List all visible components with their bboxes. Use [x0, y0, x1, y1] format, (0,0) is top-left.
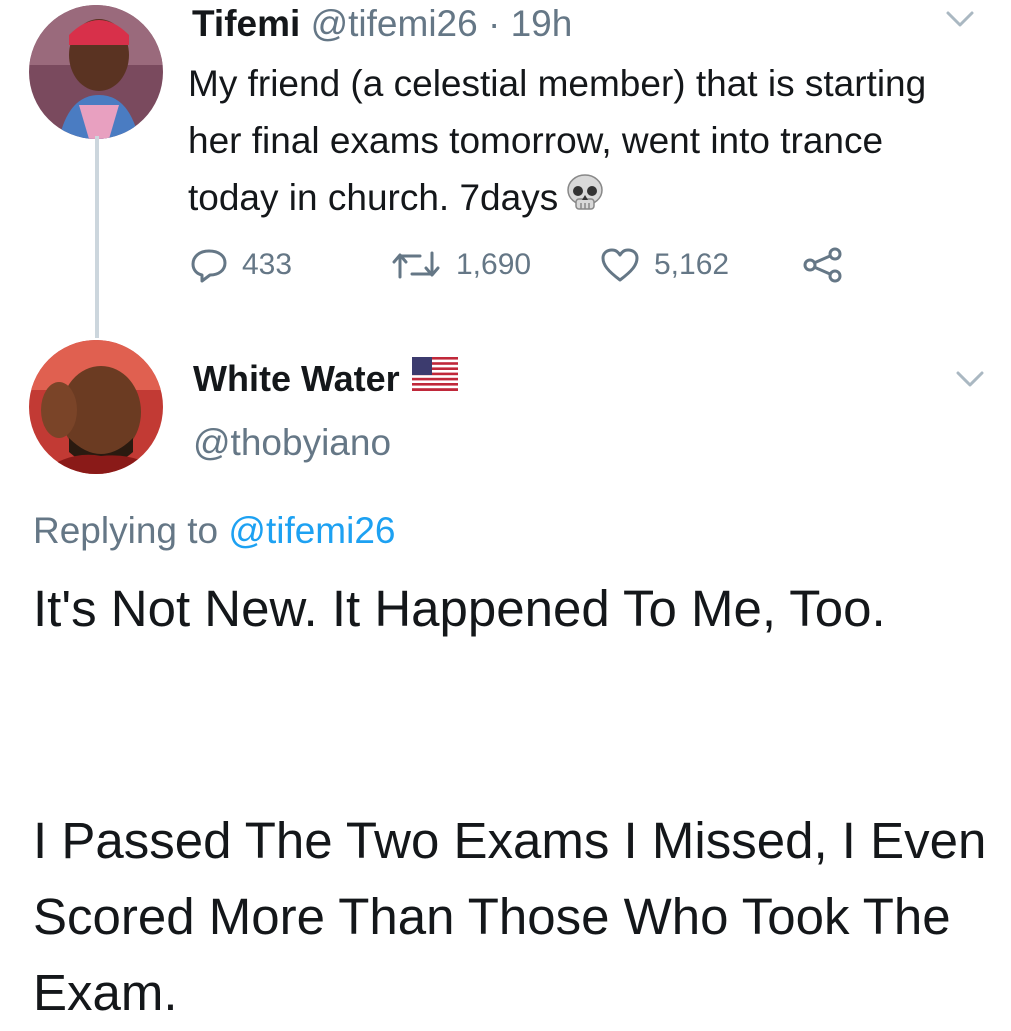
tweet1-timestamp[interactable]: 19h: [511, 3, 573, 44]
retweet-count: 1,690: [456, 248, 532, 281]
like-count: 5,162: [654, 248, 730, 281]
tweet2-author-name[interactable]: White Water: [193, 356, 400, 402]
chevron-down-icon[interactable]: [955, 368, 985, 395]
retweet-button[interactable]: 1,690: [390, 240, 531, 290]
tweet1-action-bar: 433 1,690 5,162: [190, 240, 890, 290]
tweet1-text: My friend (a celestial member) that is s…: [188, 55, 978, 229]
tweet2-author-name-row: White Water: [193, 356, 458, 402]
thread-line: [95, 136, 99, 338]
chevron-down-icon[interactable]: [945, 8, 975, 35]
avatar-tifemi[interactable]: [29, 5, 163, 139]
tweet1-separator: ·: [487, 3, 501, 44]
tweet2-paragraph-2: I Passed The Two Exams I Missed, I Even …: [33, 812, 987, 1021]
share-button[interactable]: [802, 240, 858, 290]
tweet2-author-handle[interactable]: @thobyiano: [193, 420, 391, 466]
skull-icon: [564, 172, 606, 229]
reply-count: 433: [242, 248, 293, 281]
reply-icon: [191, 249, 227, 283]
tweet1-header: Tifemi @tifemi26 · 19h: [192, 2, 572, 46]
retweet-icon: [392, 251, 440, 279]
tweet2-paragraph-1: It's Not New. It Happened To Me, Too.: [33, 580, 886, 637]
replying-to: Replying to @tifemi26: [33, 508, 396, 554]
share-icon: [803, 247, 842, 283]
replying-prefix: Replying to: [33, 510, 219, 551]
tweet1-author-name[interactable]: Tifemi: [192, 3, 300, 44]
tweet1-author-handle[interactable]: @tifemi26: [311, 3, 478, 44]
tweet1-text-content: My friend (a celestial member) that is s…: [188, 63, 927, 218]
avatar-white-water[interactable]: [29, 340, 163, 474]
replying-mention-link[interactable]: @tifemi26: [228, 510, 395, 551]
like-button[interactable]: 5,162: [600, 240, 729, 290]
heart-icon: [601, 248, 639, 282]
us-flag-icon: [411, 356, 458, 402]
reply-button[interactable]: 433: [190, 240, 292, 290]
